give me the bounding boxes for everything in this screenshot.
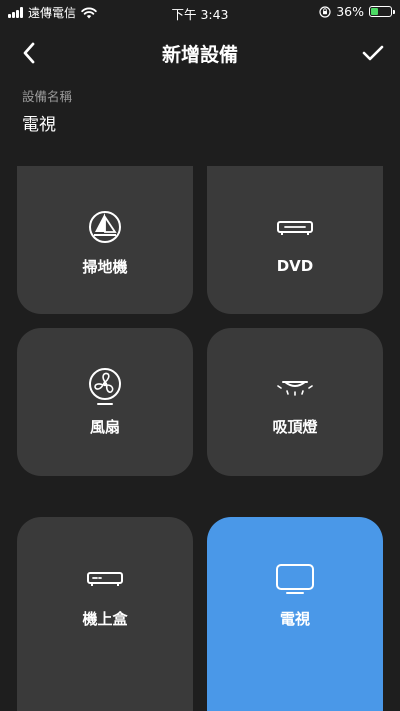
status-bar: 遠傳電信 下午 3:43 36% [0,0,400,24]
device-tile-dvd[interactable]: DVD [207,166,383,314]
device-tile-fan[interactable]: 風扇 [17,328,193,476]
chevron-left-icon [23,42,35,64]
tv-icon [270,560,320,598]
confirm-button[interactable] [358,38,388,68]
device-tile-label: 電視 [279,609,310,628]
device-tile-label: 吸頂燈 [272,417,318,436]
battery-fill [371,8,378,15]
checkmark-icon [362,45,384,61]
device-name-input[interactable] [22,112,322,132]
device-tile-tv[interactable]: 電視 [207,517,383,711]
dvd-player-icon [270,209,320,247]
nav-bar: 新增設備 [0,26,400,78]
battery-icon [369,6,395,17]
battery-percent: 36% [336,4,364,19]
device-tile-set-top-box[interactable]: 機上盒 [17,517,193,711]
page-title: 新增設備 [161,44,238,66]
device-tile-label: 風扇 [89,417,120,436]
device-type-grid: 掃地機 DVD 風扇 吸頂燈 機上盒 電視 [0,0,400,711]
orientation-lock-icon [319,5,331,18]
device-tile-label: 機上盒 [82,609,128,628]
back-button[interactable] [14,38,44,68]
device-tile-robot-vacuum[interactable]: 掃地機 [17,166,193,314]
device-tile-label: DVD [276,257,314,275]
fan-icon [80,367,130,406]
ceiling-light-icon [270,368,320,406]
status-right: 36% [319,4,395,19]
robot-vacuum-icon [80,208,130,246]
device-name-label: 設備名稱 [22,89,73,104]
device-tile-ceiling-light[interactable]: 吸頂燈 [207,328,383,476]
device-tile-label: 掃地機 [82,257,128,276]
set-top-box-icon [80,560,130,598]
